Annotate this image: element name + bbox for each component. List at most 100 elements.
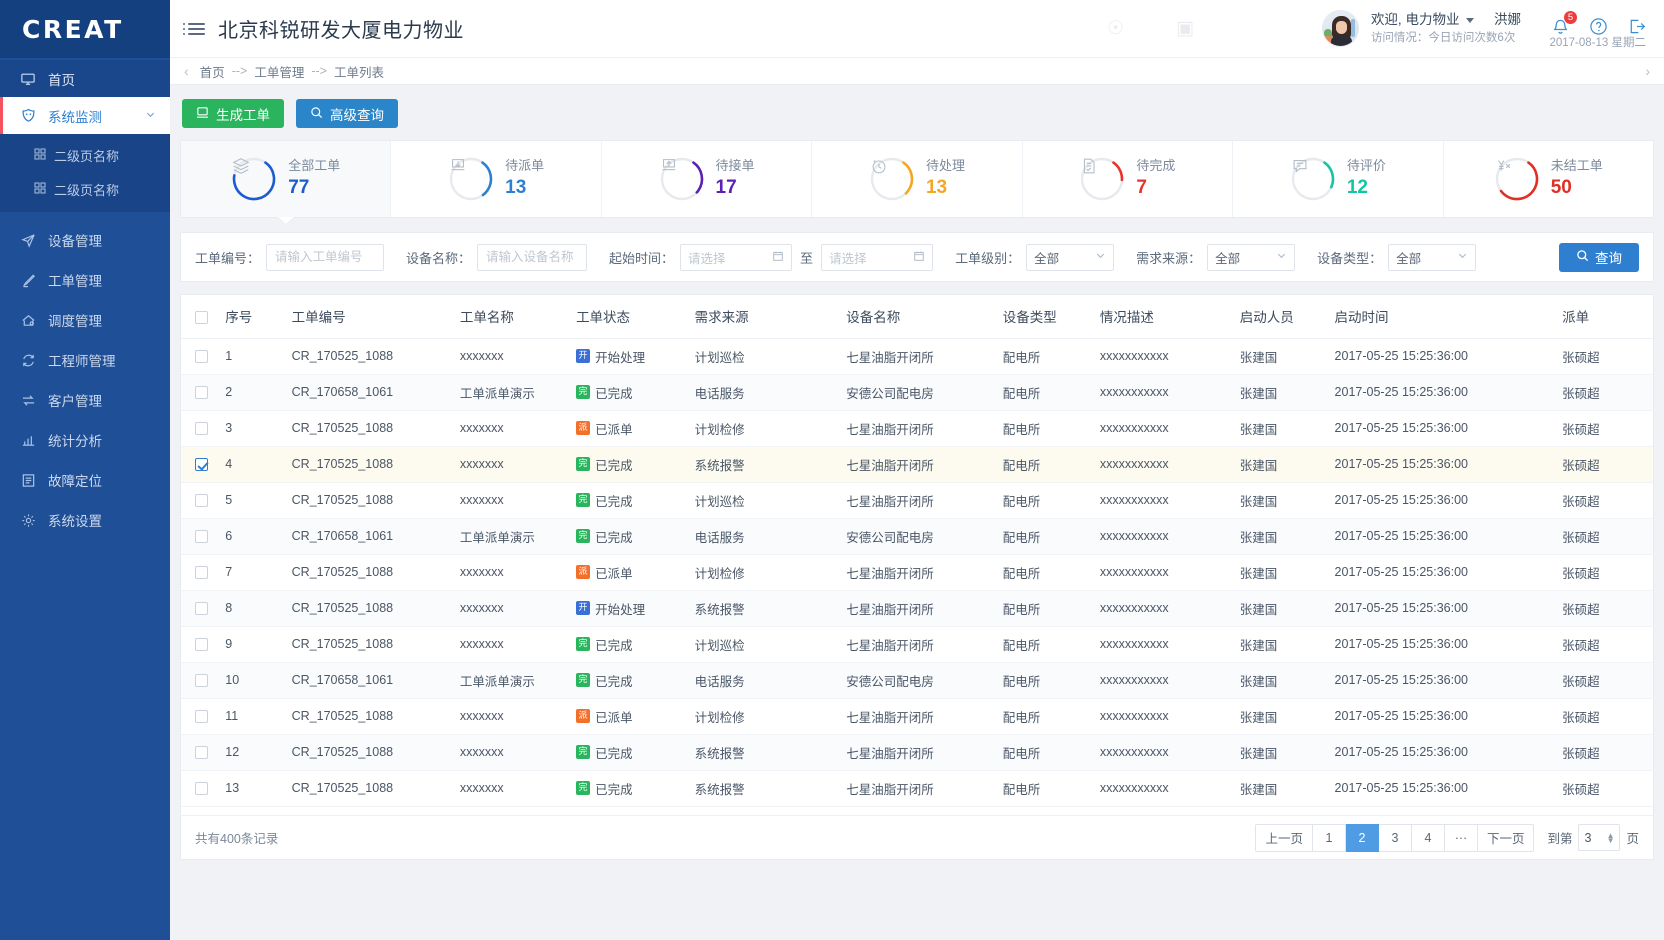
status-label: 已完成 bbox=[595, 783, 633, 797]
stat-card-5[interactable]: 待评价12 bbox=[1233, 141, 1443, 217]
sidebar-item-statistics[interactable]: 统计分析 bbox=[0, 420, 170, 460]
pagination-prev[interactable]: 上一页 bbox=[1255, 824, 1313, 852]
row-checkbox[interactable] bbox=[195, 710, 208, 723]
device-type-value: 全部 bbox=[1396, 248, 1421, 267]
row-checkbox[interactable] bbox=[195, 386, 208, 399]
breadcrumb-item-2[interactable]: 工单列表 bbox=[334, 62, 384, 81]
search-button[interactable]: 查询 bbox=[1559, 243, 1639, 272]
cell-device-type: 配电所 bbox=[999, 590, 1096, 626]
stat-card-4[interactable]: 待完成7 bbox=[1023, 141, 1233, 217]
breadcrumb-item-1[interactable]: 工单管理 bbox=[254, 62, 304, 81]
cell-starter: 张建国 bbox=[1236, 446, 1331, 482]
row-checkbox[interactable] bbox=[195, 602, 208, 615]
sidebar-item-fault-location[interactable]: 故障定位 bbox=[0, 460, 170, 500]
row-checkbox[interactable] bbox=[195, 350, 208, 363]
row-checkbox[interactable] bbox=[195, 638, 208, 651]
cell-status: 完已完成 bbox=[572, 734, 691, 770]
table-row[interactable]: 2CR_170658_1061工单派单演示完已完成电话服务安德公司配电房配电所x… bbox=[181, 374, 1653, 410]
table-row[interactable]: 9CR_170525_1088xxxxxxx完已完成计划巡检七星油脂开闭所配电所… bbox=[181, 626, 1653, 662]
order-no-input[interactable] bbox=[266, 244, 384, 271]
stepper-icon[interactable]: ▲▼ bbox=[1607, 833, 1615, 843]
user-welcome-line[interactable]: 欢迎, 电力物业 洪娜 bbox=[1371, 10, 1521, 30]
advanced-search-button[interactable]: 高级查询 bbox=[296, 99, 398, 128]
cell-device-type: 配电所 bbox=[999, 446, 1096, 482]
table-row[interactable]: 13CR_170525_1088xxxxxxx完已完成系统报警七星油脂开闭所配电… bbox=[181, 770, 1653, 806]
welcome-prefix: 欢迎, bbox=[1371, 12, 1402, 27]
table-row[interactable]: 8CR_170525_1088xxxxxxx开开始处理系统报警七星油脂开闭所配电… bbox=[181, 590, 1653, 626]
sidebar-subitem-0[interactable]: 二级页名称 bbox=[0, 138, 170, 172]
sidebar-item-engineer-mgmt[interactable]: 工程师管理 bbox=[0, 340, 170, 380]
sidebar-item-order-mgmt[interactable]: 工单管理 bbox=[0, 260, 170, 300]
stat-card-6[interactable]: 未结工单50 bbox=[1444, 141, 1653, 217]
sidebar-item-customer-mgmt[interactable]: 客户管理 bbox=[0, 380, 170, 420]
grid-icon bbox=[34, 148, 46, 163]
pagination-page-4[interactable]: 4 bbox=[1412, 824, 1445, 852]
goto-page-input[interactable]: 3 ▲▼ bbox=[1578, 824, 1620, 851]
end-date-picker[interactable]: 请选择 bbox=[821, 244, 933, 271]
row-checkbox[interactable] bbox=[195, 566, 208, 579]
table-row[interactable]: 4CR_170525_1088xxxxxxx完已完成系统报警七星油脂开闭所配电所… bbox=[181, 446, 1653, 482]
table-row[interactable]: 1CR_170525_1088xxxxxxx开开始处理计划巡检七星油脂开闭所配电… bbox=[181, 338, 1653, 374]
row-checkbox[interactable] bbox=[195, 494, 208, 507]
date-range-separator: 至 bbox=[800, 248, 813, 267]
table-row[interactable]: 7CR_170525_1088xxxxxxx派已派单计划检修七星油脂开闭所配电所… bbox=[181, 554, 1653, 590]
stat-card-1[interactable]: 待派单13 bbox=[391, 141, 601, 217]
select-all-checkbox[interactable] bbox=[195, 311, 208, 324]
filter-order-level: 工单级别： 全部 bbox=[955, 244, 1114, 271]
order-level-select[interactable]: 全部 bbox=[1026, 244, 1114, 271]
chevron-down-icon[interactable] bbox=[1466, 18, 1474, 23]
sidebar-item-dispatch-mgmt-label: 调度管理 bbox=[48, 310, 102, 330]
stat-label-6: 未结工单 bbox=[1551, 157, 1603, 175]
req-source-select[interactable]: 全部 bbox=[1207, 244, 1295, 271]
chevron-right-icon[interactable]: › bbox=[1645, 63, 1650, 79]
create-order-button[interactable]: 生成工单 bbox=[182, 99, 284, 128]
chevron-left-icon[interactable]: ‹ bbox=[184, 63, 189, 79]
cell-status: 完已完成 bbox=[572, 446, 691, 482]
cell-starter: 张建国 bbox=[1236, 770, 1331, 806]
sidebar-item-home[interactable]: 首页 bbox=[0, 60, 170, 97]
row-checkbox[interactable] bbox=[195, 530, 208, 543]
status-badge-icon: 完 bbox=[576, 529, 590, 543]
cell-no: 9 bbox=[221, 626, 287, 662]
filter-device-name-label: 设备名称： bbox=[406, 248, 471, 267]
start-date-picker[interactable]: 请选择 bbox=[680, 244, 792, 271]
cell-time: 2017-05-25 15:25:36:00 bbox=[1331, 374, 1559, 410]
avatar[interactable] bbox=[1322, 10, 1359, 47]
pagination-next[interactable]: 下一页 bbox=[1478, 824, 1535, 852]
row-checkbox[interactable] bbox=[195, 674, 208, 687]
cell-desc: xxxxxxxxxxx bbox=[1096, 446, 1236, 482]
sidebar-item-dispatch-mgmt[interactable]: 调度管理 bbox=[0, 300, 170, 340]
row-checkbox[interactable] bbox=[195, 746, 208, 759]
sidebar-item-system-monitor[interactable]: 系统监测 bbox=[0, 97, 170, 134]
menu-toggle-icon[interactable] bbox=[188, 23, 205, 35]
row-checkbox[interactable] bbox=[195, 422, 208, 435]
row-checkbox[interactable] bbox=[195, 782, 208, 795]
cell-starter: 张建国 bbox=[1236, 590, 1331, 626]
cell-source: 系统报警 bbox=[691, 734, 843, 770]
row-select-cell bbox=[181, 734, 221, 770]
device-name-input[interactable] bbox=[477, 244, 587, 271]
table-row[interactable]: 5CR_170525_1088xxxxxxx完已完成计划巡检七星油脂开闭所配电所… bbox=[181, 482, 1653, 518]
sidebar-item-system-settings[interactable]: 系统设置 bbox=[0, 500, 170, 540]
brand-logo[interactable]: CREAT bbox=[0, 0, 170, 58]
table-row[interactable]: 12CR_170525_1088xxxxxxx完已完成系统报警七星油脂开闭所配电… bbox=[181, 734, 1653, 770]
device-type-select[interactable]: 全部 bbox=[1388, 244, 1476, 271]
cell-dispatch: 张硕超 bbox=[1558, 734, 1653, 770]
pagination-page-2[interactable]: 2 bbox=[1346, 824, 1379, 852]
table-row[interactable]: 10CR_170658_1061工单派单演示完已完成电话服务安德公司配电房配电所… bbox=[181, 662, 1653, 698]
list-icon bbox=[21, 473, 41, 488]
table-row[interactable]: 6CR_170658_1061工单派单演示完已完成电话服务安德公司配电房配电所x… bbox=[181, 518, 1653, 554]
sidebar-subitem-1[interactable]: 二级页名称 bbox=[0, 172, 170, 206]
pagination-page-3[interactable]: 3 bbox=[1379, 824, 1412, 852]
table-row[interactable]: 11CR_170525_1088xxxxxxx派已派单计划检修七星油脂开闭所配电… bbox=[181, 698, 1653, 734]
stat-card-3[interactable]: 待处理13 bbox=[812, 141, 1022, 217]
breadcrumb-item-0[interactable]: 首页 bbox=[200, 62, 225, 81]
stat-card-0[interactable]: 全部工单77 bbox=[181, 141, 391, 217]
row-checkbox[interactable] bbox=[195, 458, 208, 471]
pagination-page-1[interactable]: 1 bbox=[1313, 824, 1346, 852]
table-row[interactable]: 3CR_170525_1088xxxxxxx派已派单计划检修七星油脂开闭所配电所… bbox=[181, 410, 1653, 446]
stat-card-2[interactable]: 待接单17 bbox=[602, 141, 812, 217]
select-all-cell bbox=[181, 295, 221, 338]
pagination-bar: 共有400条记录 上一页1234···下一页 到第 3 ▲▼ 页 bbox=[181, 815, 1653, 859]
sidebar-item-device-mgmt[interactable]: 设备管理 bbox=[0, 220, 170, 260]
